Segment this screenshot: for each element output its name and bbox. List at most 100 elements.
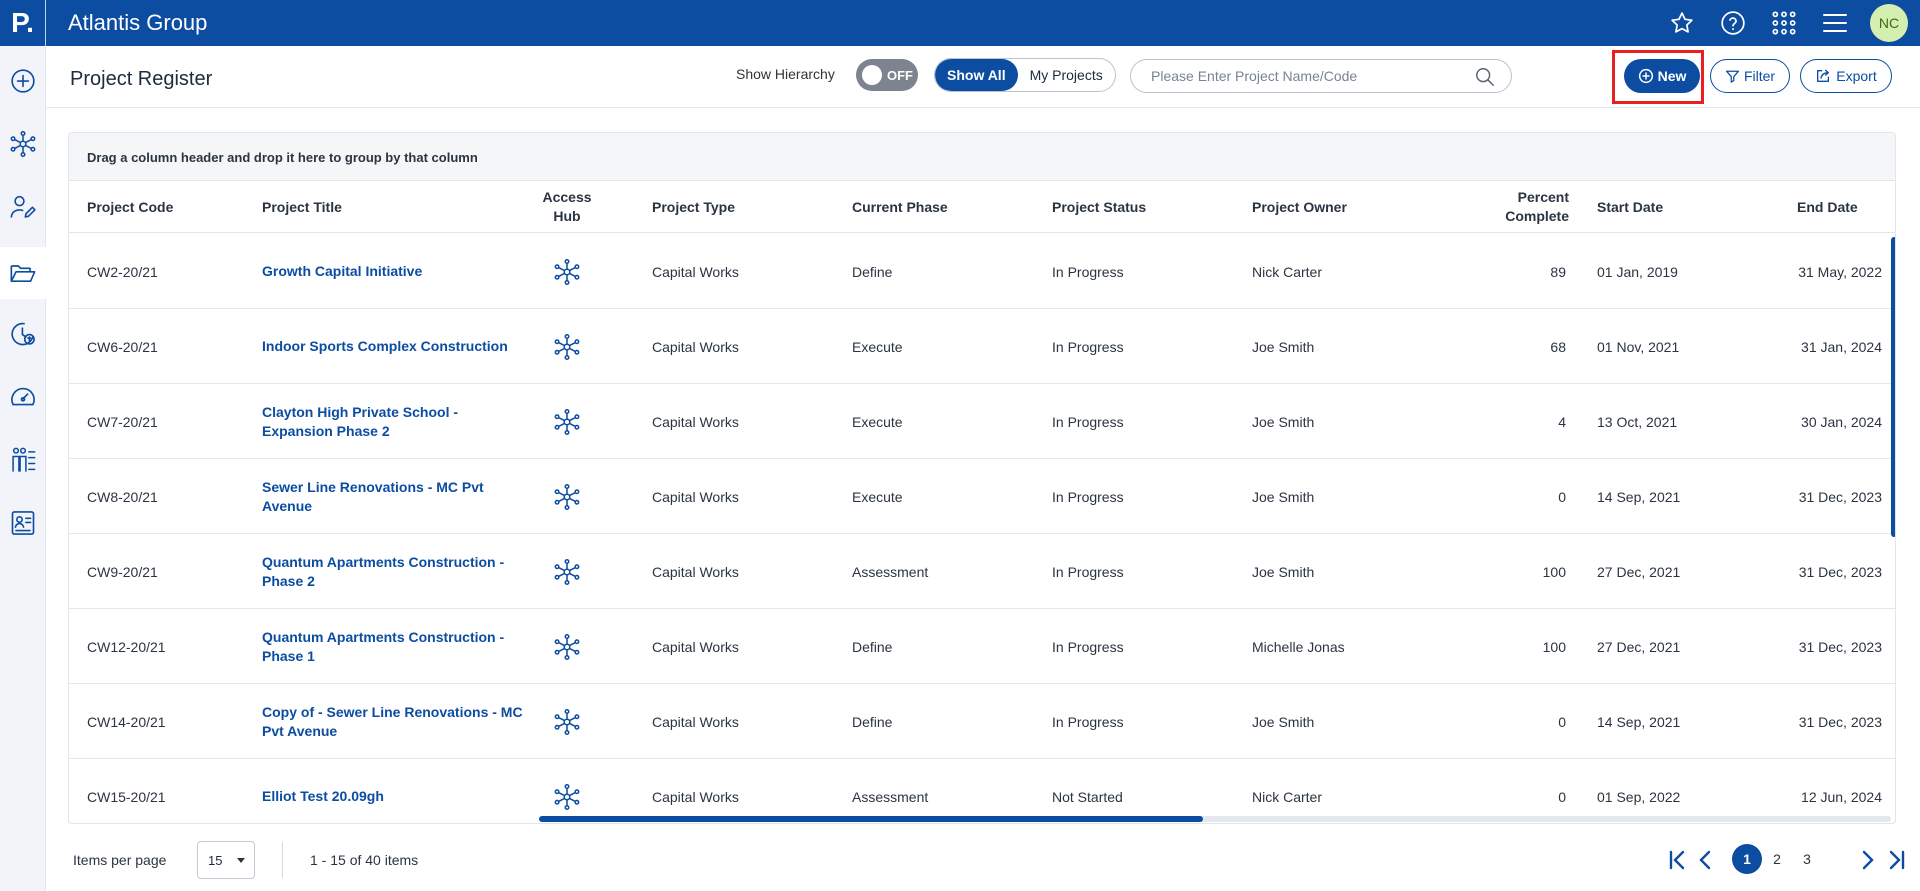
cost-clock-icon[interactable] (0, 311, 46, 357)
column-header-project-owner[interactable]: Project Owner (1252, 181, 1347, 233)
hub-network-icon[interactable] (0, 121, 46, 167)
column-header-end-date[interactable]: End Date (1797, 181, 1858, 233)
app-logo[interactable]: P. (0, 0, 46, 46)
apps-grid-icon[interactable] (1758, 0, 1809, 46)
access-hub-icon[interactable] (553, 759, 581, 823)
cell-project-title-link[interactable]: Quantum Apartments Construction - Phase 2 (262, 534, 532, 609)
project-filter-tabs: Show All My Projects (934, 58, 1116, 92)
horizontal-scrollbar[interactable] (539, 816, 1203, 822)
cell-project-owner: Nick Carter (1252, 788, 1323, 805)
cell-current-phase: Execute (852, 488, 903, 505)
tab-show-all[interactable]: Show All (935, 59, 1018, 91)
cell-current-phase: Define (852, 263, 893, 280)
cell-project-code: CW9-20/21 (87, 563, 158, 580)
filter-button[interactable]: Filter (1710, 59, 1790, 93)
column-header-percent-complete[interactable]: Percent Complete (1489, 181, 1569, 233)
cell-project-code: CW12-20/21 (87, 638, 166, 655)
cell-project-title-link[interactable]: Elliot Test 20.09gh (262, 759, 532, 823)
column-header-project-code[interactable]: Project Code (87, 181, 173, 233)
folder-icon[interactable] (0, 247, 46, 299)
cell-project-code: CW7-20/21 (87, 413, 158, 430)
user-avatar[interactable]: NC (1870, 4, 1908, 42)
edit-user-icon[interactable] (0, 184, 46, 230)
previous-page-icon[interactable] (1693, 848, 1717, 872)
grid-header: Project Code Project Title Access Hub Pr… (69, 181, 1895, 233)
cell-percent-complete: 100 (1542, 638, 1566, 655)
footer-divider (282, 842, 283, 878)
help-icon[interactable] (1707, 0, 1758, 46)
cell-project-owner: Joe Smith (1252, 338, 1315, 355)
column-header-access-hub[interactable]: Access Hub (539, 181, 595, 233)
last-page-icon[interactable] (1884, 848, 1908, 872)
cell-end-date: 31 Jan, 2024 (1801, 338, 1882, 355)
cell-start-date: 27 Dec, 2021 (1597, 563, 1681, 580)
table-row[interactable]: CW8-20/21 Sewer Line Renovations - MC Pvt… (69, 459, 1895, 534)
access-hub-icon[interactable] (553, 534, 581, 609)
column-header-start-date[interactable]: Start Date (1597, 181, 1663, 233)
menu-icon[interactable] (1809, 0, 1860, 46)
pagination-bar: Items per page 15 1 - 15 of 40 items 123 (46, 830, 1920, 891)
table-row[interactable]: CW7-20/21 Clayton High Private School - Ex… (69, 384, 1895, 459)
cell-project-type: Capital Works (652, 413, 739, 430)
items-per-page-select[interactable]: 15 (197, 841, 255, 879)
column-header-project-status[interactable]: Project Status (1052, 181, 1146, 233)
group-drop-panel[interactable]: Drag a column header and drop it here to… (69, 133, 1895, 181)
table-row[interactable]: CW15-20/21 Elliot Test 20.09gh Capital Wor… (69, 759, 1895, 823)
cell-percent-complete: 0 (1558, 713, 1566, 730)
star-icon[interactable] (1656, 0, 1707, 46)
table-row[interactable]: CW12-20/21 Quantum Apartments Constructio… (69, 609, 1895, 684)
cell-project-type: Capital Works (652, 263, 739, 280)
access-hub-icon[interactable] (553, 684, 581, 759)
cell-project-title-link[interactable]: Sewer Line Renovations - MC Pvt Avenue (262, 459, 532, 534)
project-search-input[interactable] (1130, 59, 1512, 93)
export-button[interactable]: Export (1800, 59, 1892, 93)
people-list-icon[interactable] (0, 437, 46, 483)
cell-project-owner: Joe Smith (1252, 563, 1315, 580)
new-button[interactable]: New (1624, 59, 1700, 93)
dashboard-gauge-icon[interactable] (0, 374, 46, 420)
cell-end-date: 31 May, 2022 (1798, 263, 1882, 280)
export-button-label: Export (1836, 68, 1877, 84)
cell-project-title-link[interactable]: Quantum Apartments Construction - Phase 1 (262, 609, 532, 684)
access-hub-icon[interactable] (553, 384, 581, 459)
access-hub-icon[interactable] (553, 234, 581, 309)
table-row[interactable]: CW6-20/21 Indoor Sports Complex Construct… (69, 309, 1895, 384)
tab-my-projects[interactable]: My Projects (1018, 59, 1115, 91)
contact-card-icon[interactable] (0, 500, 46, 546)
search-icon[interactable] (1474, 66, 1496, 88)
access-hub-icon[interactable] (553, 459, 581, 534)
cell-project-title-link[interactable]: Clayton High Private School - Expansion P… (262, 384, 532, 459)
column-header-current-phase[interactable]: Current Phase (852, 181, 948, 233)
show-hierarchy-toggle[interactable]: OFF (856, 59, 918, 91)
cell-start-date: 27 Dec, 2021 (1597, 638, 1681, 655)
page-number-3[interactable]: 3 (1792, 844, 1822, 874)
next-page-icon[interactable] (1856, 848, 1880, 872)
table-row[interactable]: CW14-20/21 Copy of - Sewer Line Renovatio… (69, 684, 1895, 759)
cell-end-date: 12 Jun, 2024 (1801, 788, 1882, 805)
access-hub-icon[interactable] (553, 609, 581, 684)
cell-percent-complete: 0 (1558, 788, 1566, 805)
vertical-scrollbar[interactable] (1891, 237, 1895, 537)
cell-project-status: In Progress (1052, 338, 1124, 355)
column-header-percent-line1: Percent (1517, 189, 1569, 205)
cell-project-status: In Progress (1052, 713, 1124, 730)
project-title-line: Quantum Apartments Construction - (262, 628, 505, 645)
cell-project-title-link[interactable]: Copy of - Sewer Line Renovations - MC Pvt… (262, 684, 532, 759)
page-number-2[interactable]: 2 (1762, 844, 1792, 874)
cell-project-title-link[interactable]: Indoor Sports Complex Construction (262, 309, 532, 384)
column-header-project-type[interactable]: Project Type (652, 181, 735, 233)
first-page-icon[interactable] (1666, 848, 1690, 872)
page-number-1[interactable]: 1 (1732, 844, 1762, 874)
cell-end-date: 31 Dec, 2023 (1798, 563, 1882, 580)
table-row[interactable]: CW2-20/21 Growth Capital Initiative Capita… (69, 234, 1895, 309)
cell-project-owner: Nick Carter (1252, 263, 1323, 280)
access-hub-icon[interactable] (553, 309, 581, 384)
column-header-project-title[interactable]: Project Title (262, 181, 342, 233)
cell-project-code: CW2-20/21 (87, 263, 158, 280)
cell-current-phase: Define (852, 713, 893, 730)
cell-project-title-link[interactable]: Growth Capital Initiative (262, 234, 532, 309)
table-row[interactable]: CW9-20/21 Quantum Apartments Construction… (69, 534, 1895, 609)
add-icon[interactable] (0, 58, 46, 104)
chevron-down-icon (237, 858, 245, 863)
cell-project-type: Capital Works (652, 713, 739, 730)
